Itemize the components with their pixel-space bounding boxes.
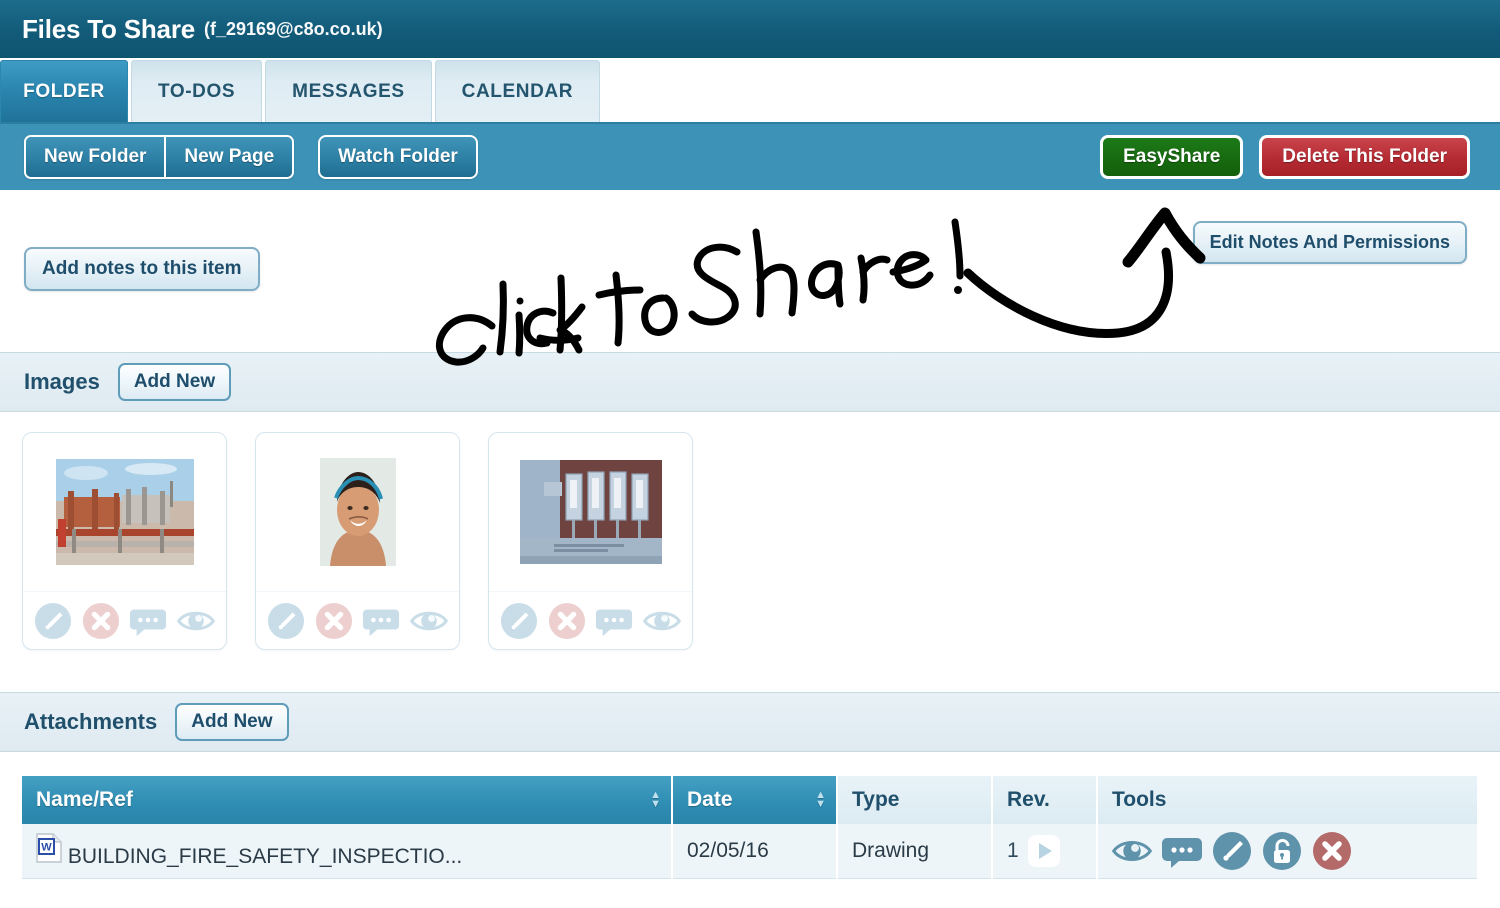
table-header-row: Name/Ref ▲ ▼ Date ▲ ▼ Type Rev. Tools: [22, 776, 1479, 824]
unlock-icon[interactable]: [1262, 831, 1302, 871]
marker-icon[interactable]: [1212, 831, 1252, 871]
portrait-woman-thumbnail: [319, 458, 396, 566]
attachments-section-title: Attachments: [24, 709, 158, 734]
row-tools: [1112, 831, 1463, 871]
view-icon[interactable]: [410, 602, 449, 640]
sort-arrows-icon[interactable]: ▲ ▼: [650, 790, 661, 810]
attachments-section-header: Attachments Add New: [0, 692, 1500, 752]
new-page-button[interactable]: New Page: [164, 137, 293, 177]
column-header-name-ref[interactable]: Name/Ref ▲ ▼: [22, 776, 673, 824]
edit-notes-and-permissions-button[interactable]: Edit Notes And Permissions: [1192, 221, 1467, 264]
view-icon[interactable]: [1112, 831, 1152, 871]
images-section-title: Images: [24, 369, 100, 394]
watch-folder-button[interactable]: Watch Folder: [318, 135, 478, 179]
tab-messages[interactable]: MESSAGES: [265, 60, 432, 122]
machinery-row-thumbnail: [519, 460, 662, 564]
delete-icon[interactable]: [548, 602, 586, 640]
notes-area: Add notes to this item Edit Notes And Pe…: [0, 190, 1500, 366]
view-icon[interactable]: [643, 602, 682, 640]
attachments-table: Name/Ref ▲ ▼ Date ▲ ▼ Type Rev. Tools W …: [22, 776, 1479, 879]
column-header-date-label: Date: [687, 788, 733, 811]
delete-this-folder-button[interactable]: Delete This Folder: [1259, 135, 1470, 179]
tab-folder-label: FOLDER: [23, 80, 105, 102]
comment-icon[interactable]: [595, 602, 633, 640]
image-card[interactable]: [22, 432, 227, 650]
image-card[interactable]: [488, 432, 693, 650]
images-section-header: Images Add New: [0, 352, 1500, 412]
play-revisions-icon[interactable]: [1027, 834, 1061, 868]
tab-calendar[interactable]: CALENDAR: [434, 60, 601, 122]
rev-number: 1: [1007, 838, 1019, 862]
new-folder-button[interactable]: New Folder: [26, 137, 165, 177]
file-name-label: BUILDING_FIRE_SAFETY_INSPECTIO...: [67, 844, 463, 868]
main-tabs: FOLDER TO-DOS MESSAGES CALENDAR: [0, 58, 1500, 122]
tab-calendar-label: CALENDAR: [461, 80, 574, 102]
image-thumbnail-wrap: [23, 433, 226, 591]
file-name-wrap: W BUILDING_FIRE_SAFETY_INSPECTIO...: [36, 833, 657, 869]
image-card[interactable]: [255, 432, 460, 650]
column-header-name-ref-label: Name/Ref: [36, 788, 133, 811]
images-card-row: [0, 412, 1500, 692]
attachments-add-new-button[interactable]: Add New: [175, 703, 289, 741]
comment-icon[interactable]: [362, 602, 400, 640]
construction-site-thumbnail: [55, 459, 194, 565]
column-header-date[interactable]: Date ▲ ▼: [672, 776, 838, 824]
marker-icon[interactable]: [34, 602, 72, 640]
tab-folder[interactable]: FOLDER: [0, 60, 128, 122]
cell-name-ref[interactable]: W BUILDING_FIRE_SAFETY_INSPECTIO...: [22, 824, 673, 879]
image-thumbnail-wrap: [489, 433, 692, 591]
table-row[interactable]: W BUILDING_FIRE_SAFETY_INSPECTIO... 02/0…: [22, 824, 1479, 879]
images-add-new-button[interactable]: Add New: [117, 363, 232, 401]
cell-tools: [1097, 824, 1479, 879]
action-bar-right-group: EasyShare Delete This Folder: [1100, 135, 1470, 179]
column-header-tools: Tools: [1097, 776, 1479, 824]
view-icon[interactable]: [177, 602, 216, 640]
tab-to-dos[interactable]: TO-DOS: [131, 60, 263, 122]
rev-wrap: 1: [1007, 834, 1082, 868]
cell-date: 02/05/16: [672, 824, 838, 879]
column-header-rev-label: Rev.: [1007, 788, 1050, 811]
account-email: (f_29169@c8o.co.uk): [204, 18, 383, 39]
folder-action-bar: New Folder New Page Watch Folder EasySha…: [0, 122, 1500, 190]
create-button-group: New Folder New Page: [24, 135, 295, 179]
tab-to-dos-label: TO-DOS: [158, 80, 236, 102]
image-card-tools: [489, 591, 692, 649]
column-header-type[interactable]: Type: [837, 776, 993, 824]
marker-icon[interactable]: [267, 602, 305, 640]
delete-icon[interactable]: [1312, 831, 1352, 871]
attachments-table-wrap: Name/Ref ▲ ▼ Date ▲ ▼ Type Rev. Tools W …: [0, 752, 1500, 879]
image-card-tools: [23, 591, 226, 649]
image-card-tools: [256, 591, 459, 649]
add-notes-button[interactable]: Add notes to this item: [24, 247, 260, 291]
comment-icon[interactable]: [129, 602, 167, 640]
word-document-icon: W: [36, 833, 62, 863]
page-title: Files To Share: [22, 13, 195, 44]
app-title-bar: Files To Share (f_29169@c8o.co.uk): [0, 0, 1500, 58]
cell-type: Drawing: [837, 824, 993, 879]
cell-rev: 1: [992, 824, 1098, 879]
marker-icon[interactable]: [500, 602, 538, 640]
easyshare-button[interactable]: EasyShare: [1100, 135, 1244, 179]
comment-icon[interactable]: [1162, 831, 1202, 871]
column-header-tools-label: Tools: [1112, 788, 1167, 811]
column-header-rev[interactable]: Rev.: [992, 776, 1098, 824]
sort-arrows-icon[interactable]: ▲ ▼: [815, 790, 826, 810]
tab-messages-label: MESSAGES: [292, 80, 405, 102]
column-header-type-label: Type: [852, 788, 900, 811]
image-thumbnail-wrap: [256, 433, 459, 591]
svg-text:W: W: [41, 841, 52, 853]
delete-icon[interactable]: [315, 602, 353, 640]
delete-icon[interactable]: [82, 602, 120, 640]
